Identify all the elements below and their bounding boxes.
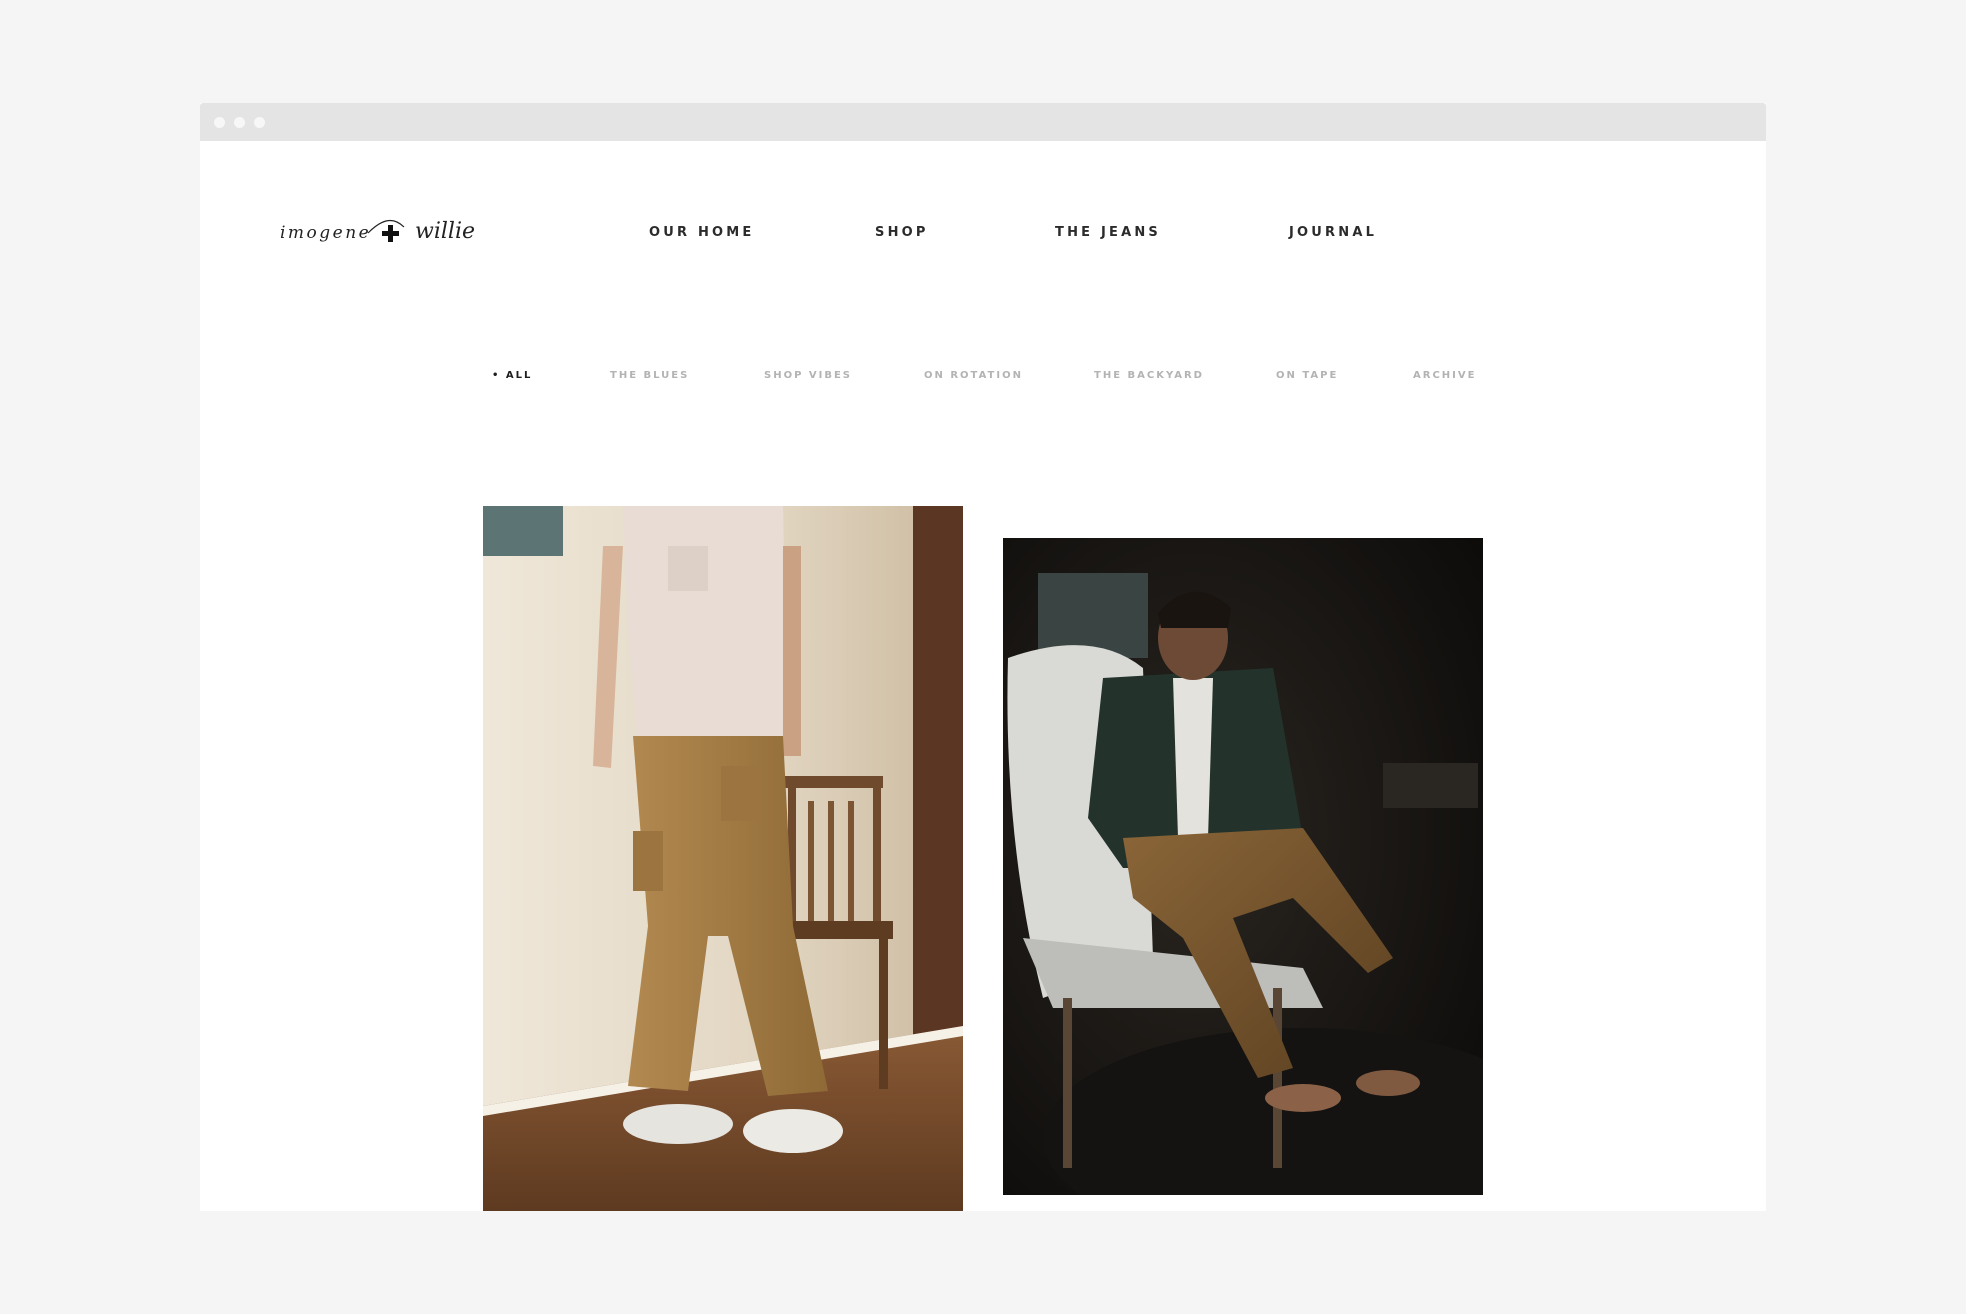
nav-shop[interactable]: SHOP — [875, 225, 929, 240]
brand-logo-script: imogene willie — [280, 219, 475, 244]
photo-seated-image — [1003, 538, 1483, 1195]
journal-photo-standing[interactable] — [483, 506, 963, 1211]
filter-all-label: ALL — [505, 370, 533, 381]
browser-window: imogene willie OUR HOME SHOP THE JEANS J… — [200, 103, 1766, 1211]
filter-archive[interactable]: ARCHIVE — [1413, 370, 1476, 381]
active-bullet: • — [492, 370, 501, 381]
filter-all[interactable]: • ALL — [492, 370, 532, 381]
window-minimize-dot[interactable] — [234, 116, 245, 128]
svg-text:imogene: imogene — [280, 223, 371, 243]
filter-shop-vibes[interactable]: SHOP VIBES — [764, 370, 852, 381]
filter-on-tape[interactable]: ON TAPE — [1276, 370, 1338, 381]
window-titlebar — [200, 103, 1766, 141]
nav-our-home[interactable]: OUR HOME — [649, 225, 755, 240]
filter-on-rotation[interactable]: ON ROTATION — [924, 370, 1023, 381]
svg-text:willie: willie — [415, 219, 475, 244]
photo-standing-image — [483, 506, 963, 1211]
filter-the-backyard[interactable]: THE BACKYARD — [1094, 370, 1204, 381]
window-maximize-dot[interactable] — [254, 116, 265, 128]
filter-the-blues[interactable]: THE BLUES — [610, 370, 689, 381]
nav-the-jeans[interactable]: THE JEANS — [1055, 225, 1161, 240]
journal-photo-seated[interactable] — [1003, 538, 1483, 1195]
brand-logo[interactable]: imogene willie — [280, 207, 502, 251]
window-close-dot[interactable] — [214, 116, 225, 128]
nav-journal[interactable]: JOURNAL — [1289, 225, 1377, 240]
